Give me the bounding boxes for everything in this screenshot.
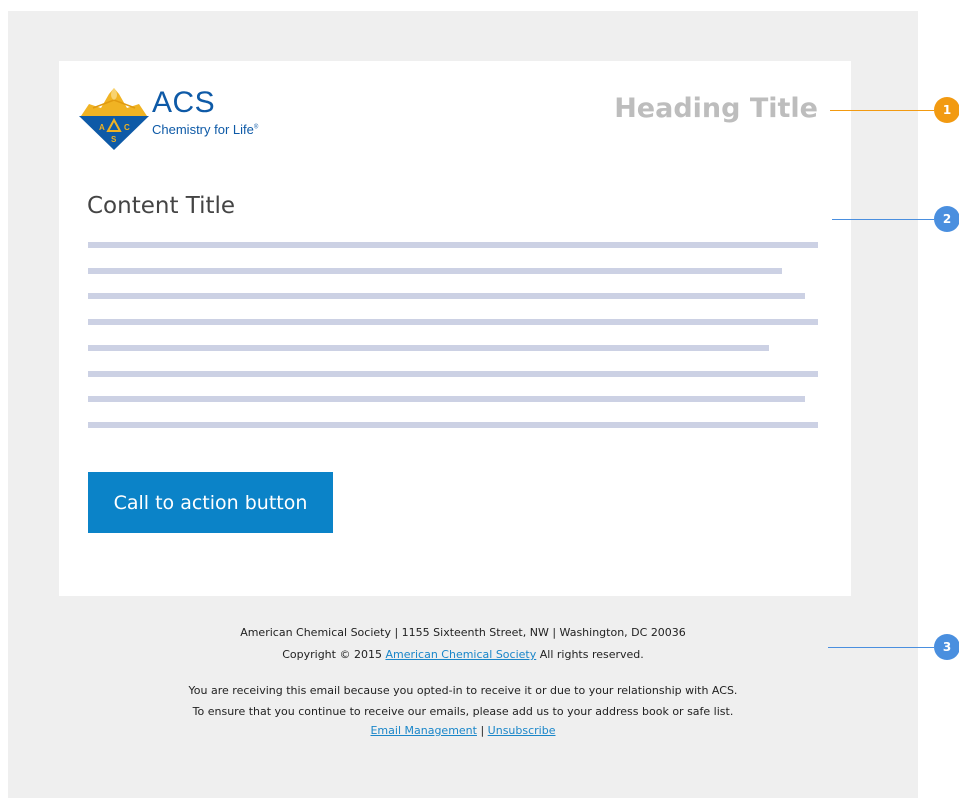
placeholder-text-line: [88, 242, 818, 248]
placeholder-text-line: [88, 345, 769, 351]
placeholder-text-line: [88, 319, 818, 325]
footer-copyright: Copyright © 2015 American Chemical Socie…: [8, 648, 918, 661]
emblem-letter-c: C: [124, 123, 130, 132]
callout-1-badge: 1: [934, 97, 959, 123]
emblem-letter-a: A: [99, 123, 105, 132]
acs-website-link[interactable]: American Chemical Society: [385, 648, 536, 661]
footer-notice-1: You are receiving this email because you…: [188, 684, 738, 697]
email-management-link[interactable]: Email Management: [370, 724, 476, 737]
footer-link-separator: |: [476, 724, 488, 737]
logo-wordmark: ACS: [152, 86, 216, 119]
copyright-prefix: Copyright © 2015: [282, 648, 386, 661]
call-to-action-button[interactable]: Call to action button: [88, 472, 333, 533]
placeholder-text-line: [88, 396, 805, 402]
callout-2-badge: 2: [934, 206, 959, 232]
callout-3-badge: 3: [934, 634, 959, 660]
callout-3-line: [828, 647, 934, 648]
acs-emblem-icon: A C S: [79, 88, 149, 150]
footer-notice-2: To ensure that you continue to receive o…: [192, 705, 734, 718]
heading-title: Heading Title: [614, 93, 818, 124]
callout-2-line: [832, 219, 934, 220]
callout-1-line: [830, 110, 934, 111]
unsubscribe-link[interactable]: Unsubscribe: [488, 724, 556, 737]
acs-logo[interactable]: A C S ACS Chemistry for Life®: [79, 86, 279, 152]
footer-links: Email Management | Unsubscribe: [8, 724, 918, 737]
footer-address: American Chemical Society | 1155 Sixteen…: [240, 626, 686, 639]
content-title: Content Title: [87, 193, 236, 219]
logo-tagline: Chemistry for Life®: [152, 122, 258, 137]
copyright-suffix: All rights reserved.: [536, 648, 644, 661]
logo-tagline-text: Chemistry for Life: [152, 122, 254, 137]
trademark-symbol: ®: [253, 124, 259, 131]
emblem-letter-s: S: [111, 135, 117, 144]
placeholder-text-line: [88, 371, 818, 377]
placeholder-text-line: [88, 293, 805, 299]
placeholder-text-line: [88, 422, 818, 428]
placeholder-text-line: [88, 268, 782, 274]
